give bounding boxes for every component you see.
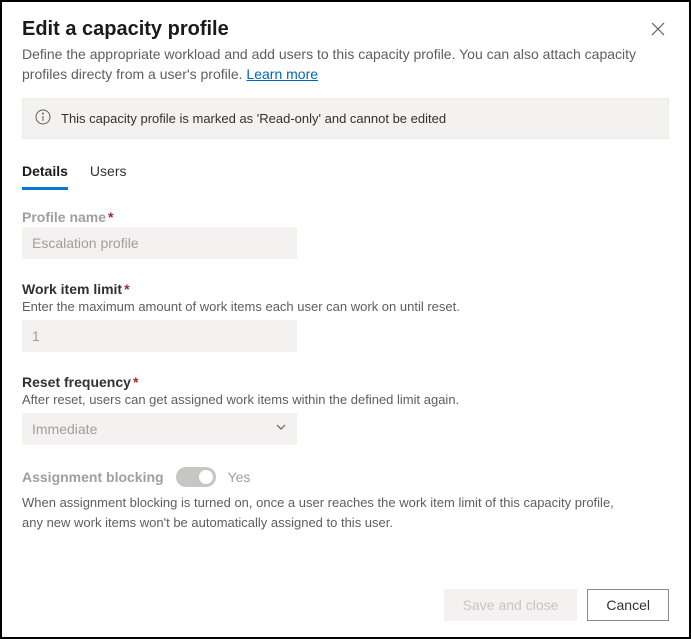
close-icon bbox=[651, 24, 665, 39]
reset-frequency-select bbox=[22, 413, 297, 445]
banner-text: This capacity profile is marked as 'Read… bbox=[61, 111, 446, 126]
assignment-blocking-toggle bbox=[176, 467, 216, 487]
profile-name-input bbox=[22, 227, 297, 259]
assignment-blocking-label: Assignment blocking bbox=[22, 469, 164, 485]
close-button[interactable] bbox=[647, 18, 669, 43]
desc-line: When assignment blocking is turned on, o… bbox=[22, 493, 669, 513]
desc-line: any new work items won't be automaticall… bbox=[22, 513, 669, 533]
toggle-knob bbox=[199, 470, 213, 484]
label-text: Work item limit bbox=[22, 281, 122, 297]
dialog-subtitle: Define the appropriate workload and add … bbox=[22, 45, 669, 84]
tab-users[interactable]: Users bbox=[90, 157, 127, 190]
reset-frequency-label: Reset frequency* bbox=[22, 374, 669, 390]
work-item-limit-input bbox=[22, 320, 297, 352]
required-indicator: * bbox=[108, 209, 113, 225]
work-item-limit-help: Enter the maximum amount of work items e… bbox=[22, 299, 669, 314]
profile-name-label: Profile name* bbox=[22, 209, 669, 225]
label-text: Profile name bbox=[22, 209, 106, 225]
label-text: Reset frequency bbox=[22, 374, 131, 390]
assignment-blocking-desc: When assignment blocking is turned on, o… bbox=[22, 493, 669, 532]
dialog-title: Edit a capacity profile bbox=[22, 18, 229, 41]
learn-more-link[interactable]: Learn more bbox=[246, 66, 318, 82]
work-item-limit-label: Work item limit* bbox=[22, 281, 669, 297]
info-icon bbox=[35, 109, 51, 128]
save-and-close-button: Save and close bbox=[444, 589, 578, 621]
cancel-button[interactable]: Cancel bbox=[587, 589, 669, 621]
required-indicator: * bbox=[133, 374, 138, 390]
readonly-banner: This capacity profile is marked as 'Read… bbox=[22, 98, 669, 139]
required-indicator: * bbox=[124, 281, 129, 297]
dialog-footer: Save and close Cancel bbox=[2, 577, 689, 637]
tab-list: Details Users bbox=[22, 157, 669, 191]
reset-frequency-help: After reset, users can get assigned work… bbox=[22, 392, 669, 407]
tab-details[interactable]: Details bbox=[22, 157, 68, 190]
subtitle-text: Define the appropriate workload and add … bbox=[22, 46, 636, 82]
toggle-state-text: Yes bbox=[228, 469, 251, 485]
